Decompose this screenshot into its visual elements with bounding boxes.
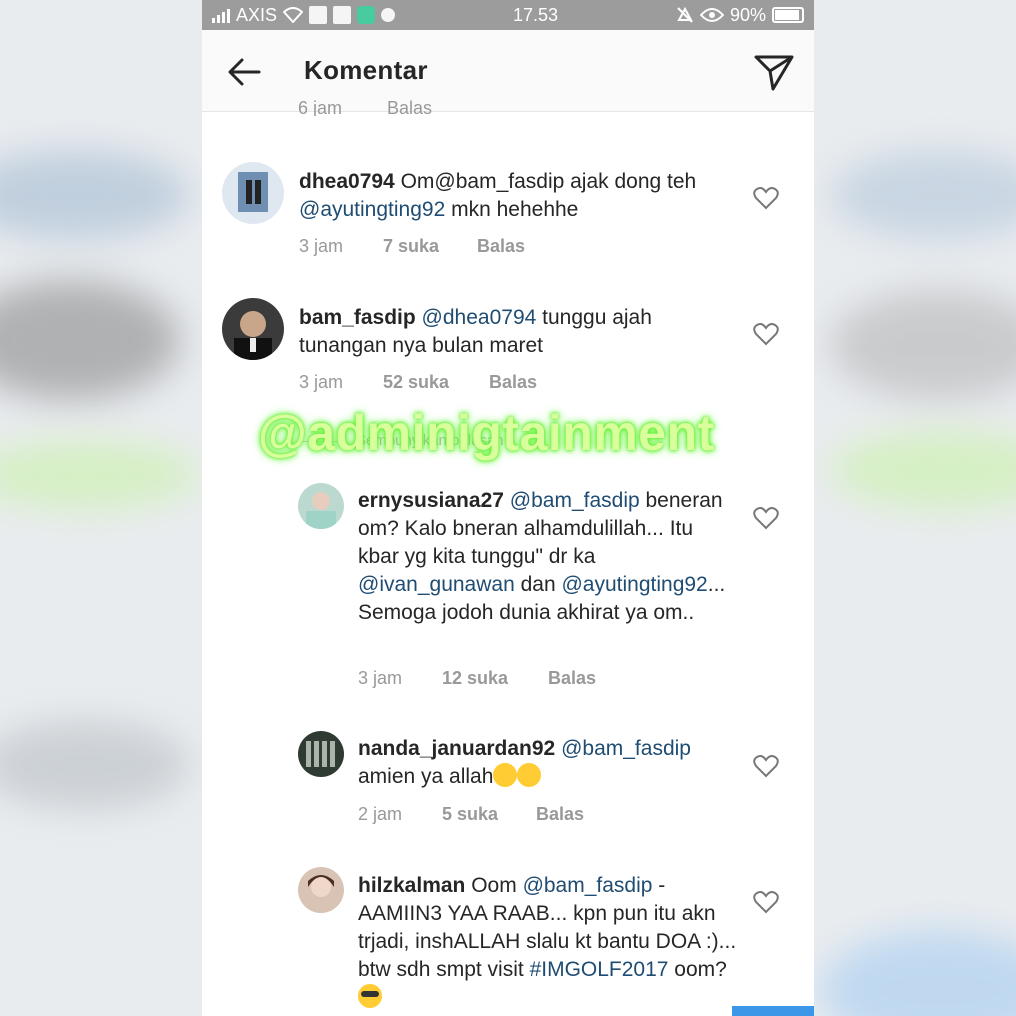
mention-link[interactable]: @bam_fasdip bbox=[561, 737, 691, 760]
carrier-name: AXIS bbox=[236, 4, 278, 25]
comment-time: 3 jam bbox=[299, 236, 344, 256]
page-title: Komentar bbox=[304, 55, 428, 85]
comment-segment: mkn hehehhe bbox=[445, 198, 579, 221]
mention-link[interactable]: @ayutingting92 bbox=[299, 198, 445, 221]
likes-count[interactable]: 7 suka bbox=[383, 236, 477, 257]
app-bar: Komentar bbox=[202, 30, 814, 112]
comment-meta: 3 jam 7 suka Balas bbox=[299, 236, 525, 257]
eye-icon bbox=[699, 8, 724, 22]
download-icon bbox=[333, 6, 352, 24]
comment-meta: 2 jam 5 suka Balas bbox=[358, 804, 584, 825]
like-heart-icon[interactable] bbox=[753, 186, 779, 210]
reply-button[interactable]: Balas bbox=[536, 804, 584, 825]
like-heart-icon[interactable] bbox=[753, 322, 779, 346]
likes-count[interactable]: 5 suka bbox=[442, 804, 536, 825]
watermark: @adminigtainment bbox=[258, 405, 715, 461]
signal-icon bbox=[212, 7, 230, 23]
phone-screen: AXIS 17.53 90% Komentar 6 jam Balas dhea… bbox=[202, 0, 814, 1016]
whatsapp-icon bbox=[357, 6, 376, 24]
blue-corner-bar bbox=[732, 1006, 814, 1016]
avatar[interactable] bbox=[298, 483, 344, 529]
comment-username[interactable]: hilzkalman bbox=[358, 874, 465, 897]
arrow-left-icon bbox=[228, 58, 261, 86]
comment-text: ernysusiana27 @bam_fasdip beneran om? Ka… bbox=[358, 487, 733, 627]
previous-comment-meta: 6 jam Balas bbox=[298, 98, 472, 116]
smile-emoji-icon bbox=[493, 763, 518, 787]
reply-button[interactable]: Balas bbox=[387, 98, 432, 116]
avatar[interactable] bbox=[222, 162, 284, 224]
reply-button[interactable]: Balas bbox=[548, 668, 596, 689]
sunglasses-emoji-icon bbox=[358, 984, 382, 1008]
comment-time: 3 jam bbox=[358, 668, 403, 688]
send-icon bbox=[754, 55, 794, 91]
battery-icon bbox=[771, 7, 804, 23]
mute-icon bbox=[677, 6, 693, 23]
avatar[interactable] bbox=[298, 731, 344, 777]
comment-segment: amien ya allah bbox=[358, 765, 494, 788]
reply-button[interactable]: Balas bbox=[477, 236, 525, 257]
mention-link[interactable]: @ayutingting92 bbox=[561, 573, 707, 596]
back-button[interactable] bbox=[224, 52, 264, 92]
comment-username[interactable]: dhea0794 bbox=[299, 170, 395, 193]
wifi-icon bbox=[283, 7, 304, 23]
user-icon bbox=[381, 8, 396, 22]
like-heart-icon[interactable] bbox=[753, 890, 779, 914]
comment-segment: Om bbox=[394, 170, 435, 193]
reply-button[interactable]: Balas bbox=[489, 372, 537, 393]
comment-username[interactable]: ernysusiana27 bbox=[358, 489, 504, 512]
smile-emoji-icon bbox=[517, 763, 542, 787]
likes-count[interactable]: 12 suka bbox=[442, 668, 548, 689]
mention-link[interactable]: #IMGOLF2017 bbox=[530, 958, 669, 981]
comment-text: bam_fasdip @dhea0794 tunggu ajah tunanga… bbox=[299, 304, 719, 360]
mention-link[interactable]: @ivan_gunawan bbox=[358, 573, 515, 596]
comment-segment: dan bbox=[514, 573, 562, 596]
comment-text: dhea0794 Om@bam_fasdip ajak dong teh @ay… bbox=[299, 168, 719, 224]
like-heart-icon[interactable] bbox=[753, 506, 779, 530]
comment-segment: oom? bbox=[668, 958, 727, 981]
comment-segment: Oom bbox=[465, 874, 523, 897]
like-heart-icon[interactable] bbox=[753, 754, 779, 778]
mention-link[interactable]: @bam_fasdip bbox=[523, 874, 653, 897]
comment-username[interactable]: nanda_januardan92 bbox=[358, 737, 555, 760]
comment-time: 2 jam bbox=[358, 804, 403, 824]
likes-count[interactable]: 52 suka bbox=[383, 372, 489, 393]
comment-text: nanda_januardan92 @bam_fasdip amien ya a… bbox=[358, 735, 733, 791]
comment-time: 3 jam bbox=[299, 372, 344, 392]
comment-username[interactable]: bam_fasdip bbox=[299, 306, 416, 329]
clock: 17.53 bbox=[512, 4, 559, 25]
avatar[interactable] bbox=[222, 298, 284, 360]
mention-link[interactable]: @dhea0794 bbox=[422, 306, 537, 329]
mention-link[interactable]: @bam_fasdip bbox=[510, 489, 640, 512]
comment-meta: 3 jam 52 suka Balas bbox=[299, 372, 537, 393]
facebook-icon bbox=[309, 6, 328, 24]
comment-text: hilzkalman Oom @bam_fasdip - AAMIIN3 YAA… bbox=[358, 872, 738, 1012]
share-button[interactable] bbox=[752, 50, 796, 94]
comment-segment: ajak dong teh bbox=[564, 170, 697, 193]
comment-segment: @bam_fasdip bbox=[434, 170, 565, 193]
status-bar: AXIS 17.53 90% bbox=[202, 0, 814, 30]
comment-meta: 3 jam 12 suka Balas bbox=[358, 668, 596, 689]
comment-time: 6 jam bbox=[298, 98, 343, 116]
battery-percent: 90% bbox=[729, 4, 766, 25]
avatar[interactable] bbox=[298, 867, 344, 913]
